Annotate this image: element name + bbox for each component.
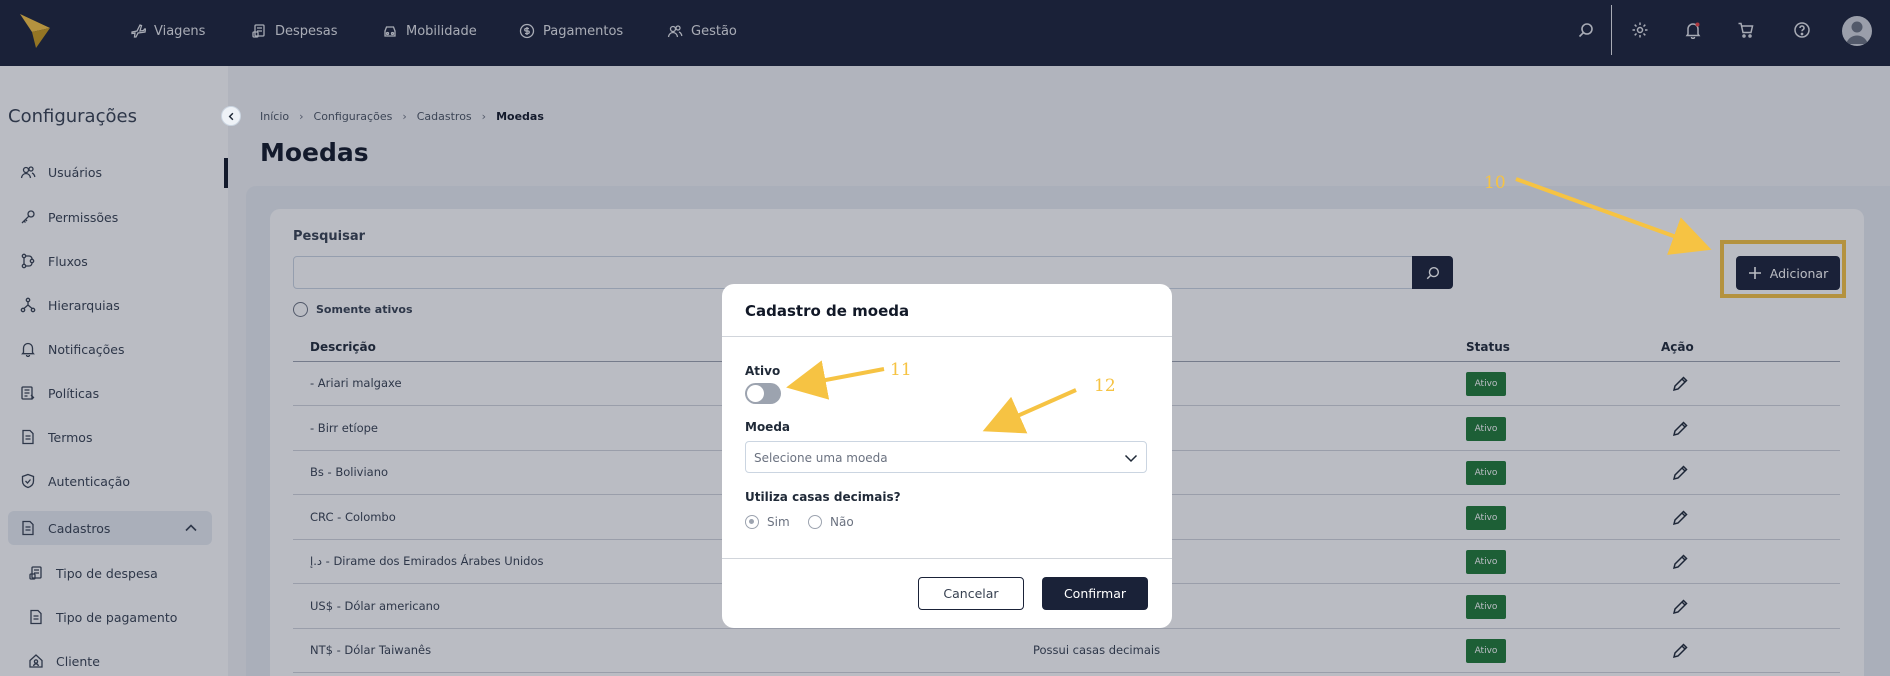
collapse-sidebar-button[interactable] bbox=[221, 106, 241, 126]
annotation-12: 12 bbox=[1094, 376, 1116, 396]
toggle-knob bbox=[747, 385, 764, 402]
currency-modal: Cadastro de moeda Ativo Moeda Selecione … bbox=[722, 284, 1172, 628]
radio-button[interactable] bbox=[808, 515, 822, 529]
currency-label: Moeda bbox=[745, 420, 791, 434]
modal-divider bbox=[722, 558, 1172, 559]
decimals-option-yes[interactable]: Sim bbox=[745, 515, 790, 529]
annotation-11: 11 bbox=[890, 360, 912, 380]
chevron-left-icon bbox=[228, 112, 233, 120]
annotation-10: 10 bbox=[1484, 173, 1506, 193]
modal-title: Cadastro de moeda bbox=[745, 302, 910, 320]
chevron-down-icon bbox=[1124, 454, 1138, 463]
confirm-button[interactable]: Confirmar bbox=[1042, 577, 1148, 610]
radio-button[interactable] bbox=[745, 515, 759, 529]
decimals-option-no[interactable]: Não bbox=[808, 515, 854, 529]
modal-divider bbox=[722, 336, 1172, 337]
cancel-button[interactable]: Cancelar bbox=[918, 577, 1024, 610]
currency-select-placeholder: Selecione uma moeda bbox=[754, 451, 888, 465]
currency-select[interactable]: Selecione uma moeda bbox=[745, 441, 1147, 473]
option-label: Não bbox=[830, 515, 854, 529]
active-toggle[interactable] bbox=[745, 383, 781, 404]
option-label: Sim bbox=[767, 515, 790, 529]
decimals-label: Utiliza casas decimais? bbox=[745, 490, 901, 504]
active-label: Ativo bbox=[745, 364, 781, 378]
